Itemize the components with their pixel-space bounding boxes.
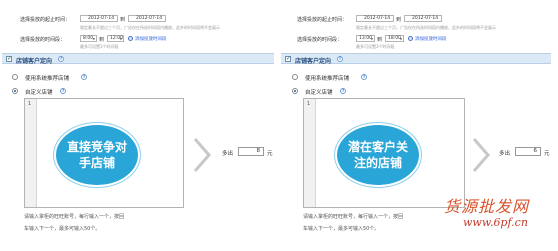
time-to-label: 到 bbox=[377, 37, 383, 43]
radio-system-shops[interactable] bbox=[292, 74, 298, 80]
time-hint: 最多可设置3个时间段 bbox=[80, 44, 119, 49]
unit-label: 元 bbox=[544, 151, 550, 157]
footer-hint-line1: 请输入掌柜的旺旺账号，每行输入一个，按回 bbox=[24, 214, 125, 220]
time-range-label: 选择投放的时间段： bbox=[297, 37, 343, 43]
line-number: 1 bbox=[28, 101, 32, 107]
footer-hint-line2: 车输入下一个，最多可输入50个。 bbox=[303, 226, 380, 232]
help-icon[interactable]: ? bbox=[81, 74, 87, 80]
section-title: 店铺客户定向 bbox=[16, 58, 53, 65]
start-date-input[interactable]: 2012-07-14 bbox=[80, 15, 118, 22]
section-checkbox[interactable]: ✓ bbox=[285, 56, 291, 62]
end-time-select[interactable]: 12:00 ▼ bbox=[107, 35, 124, 42]
more-label: 多出 bbox=[222, 151, 234, 157]
clock-icon bbox=[128, 36, 133, 41]
date-to-label: 到 bbox=[396, 17, 402, 23]
help-icon[interactable]: ? bbox=[337, 56, 343, 62]
option-system-label: 使用系统推荐店铺 bbox=[25, 76, 70, 82]
help-icon[interactable]: ? bbox=[60, 88, 66, 94]
help-icon[interactable]: ? bbox=[361, 74, 367, 80]
chevron-down-icon: ▼ bbox=[119, 37, 122, 41]
help-icon[interactable]: ? bbox=[58, 56, 64, 62]
time-to-label: 到 bbox=[99, 37, 105, 43]
chevron-down-icon: ▼ bbox=[92, 37, 95, 41]
section-checkbox[interactable]: ✓ bbox=[6, 56, 12, 62]
callout-bubble: 直接竞争对手店铺 bbox=[54, 123, 140, 187]
time-range-label: 选择投放的时间段： bbox=[20, 37, 66, 43]
radio-system-shops[interactable] bbox=[12, 74, 18, 80]
date-hint: 限定最长不超过三个月，广告仅在所选时间段内播放，此外的时间段将不会展示 bbox=[80, 25, 220, 30]
date-hint: 限定最长不超过三个月，广告仅在所选时间段内播放，此外的时间段将不会展示 bbox=[356, 25, 496, 30]
radio-custom-shops[interactable] bbox=[12, 88, 18, 94]
start-date-input[interactable]: 2012-07-14 bbox=[356, 15, 394, 22]
chevron-down-icon: ▼ bbox=[370, 37, 373, 41]
start-time-value: 8:00 bbox=[83, 36, 94, 41]
option-system-label: 使用系统推荐店铺 bbox=[305, 76, 350, 82]
callout-text: 直接竞争对手店铺 bbox=[66, 140, 127, 170]
end-date-input[interactable]: 2012-07-14 bbox=[404, 15, 442, 22]
start-time-select[interactable]: 13:00 ▼ bbox=[356, 35, 375, 42]
section-header: ✓ 店铺客户定向 ? bbox=[2, 53, 274, 65]
section-title: 店铺客户定向 bbox=[295, 58, 332, 65]
section-header: ✓ 店铺客户定向 ? bbox=[281, 53, 551, 65]
callout-text: 潜在客户关注的店铺 bbox=[347, 140, 408, 170]
watermark-url: www.6pf.cn bbox=[463, 216, 528, 229]
more-label: 多出 bbox=[499, 151, 511, 157]
line-gutter bbox=[25, 99, 37, 207]
date-range-label: 选择投放的起止时间： bbox=[20, 17, 71, 23]
chevron-down-icon: ▼ bbox=[399, 37, 402, 41]
option-custom-label: 自定义店铺 bbox=[305, 90, 333, 96]
clock-icon bbox=[408, 36, 413, 41]
radio-custom-shops[interactable] bbox=[292, 88, 298, 94]
chevron-right-icon bbox=[472, 138, 490, 172]
line-gutter bbox=[304, 99, 316, 207]
left-panel: 选择投放的起止时间： 2012-07-14 到 2012-07-14 限定最长不… bbox=[0, 0, 279, 251]
bid-amount-input[interactable]: 8 bbox=[238, 147, 264, 156]
add-time-slot-link[interactable]: 添加投放时间段 bbox=[135, 36, 167, 42]
callout-bubble: 潜在客户关注的店铺 bbox=[335, 123, 421, 187]
end-time-select[interactable]: 18:00 ▼ bbox=[385, 35, 404, 42]
unit-label: 元 bbox=[267, 151, 273, 157]
time-hint: 最多可设置3个时间段 bbox=[356, 44, 395, 49]
chevron-right-icon bbox=[193, 138, 211, 172]
add-time-slot-link[interactable]: 添加投放时间段 bbox=[415, 36, 447, 42]
option-custom-label: 自定义店铺 bbox=[25, 90, 53, 96]
end-date-input[interactable]: 2012-07-14 bbox=[128, 15, 166, 22]
date-range-label: 选择投放的起止时间： bbox=[297, 17, 348, 23]
line-number: 1 bbox=[307, 101, 311, 107]
date-to-label: 到 bbox=[120, 17, 126, 23]
footer-hint-line2: 车输入下一个，最多可输入50个。 bbox=[24, 226, 101, 232]
footer-hint-line1: 请输入掌柜的旺旺账号，每行输入一个，按回 bbox=[303, 214, 404, 220]
start-time-select[interactable]: 8:00 ▼ bbox=[80, 35, 97, 42]
help-icon[interactable]: ? bbox=[340, 88, 346, 94]
bid-amount-input[interactable]: 6 bbox=[515, 147, 541, 156]
watermark-brand: 货源批发网 bbox=[444, 197, 530, 216]
